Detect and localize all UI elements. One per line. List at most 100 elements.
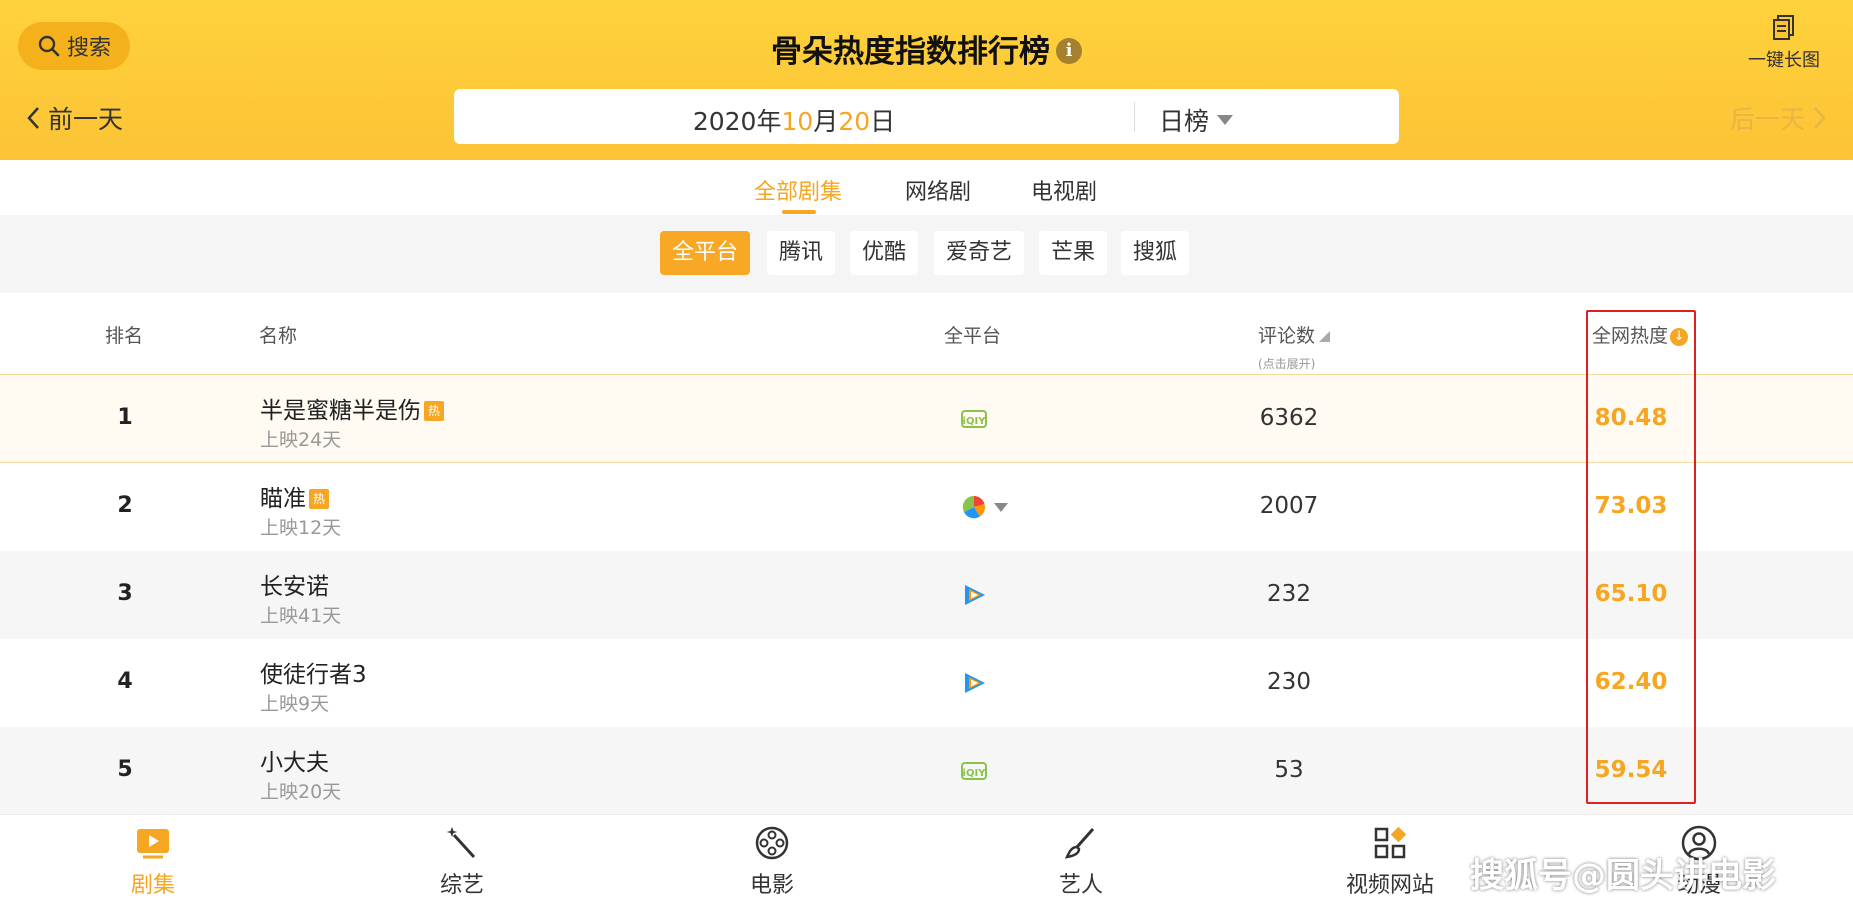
magic-wand-icon — [446, 827, 476, 859]
brush-icon — [1064, 828, 1095, 859]
filter-sohu[interactable]: 搜狐 — [1121, 231, 1190, 275]
nav-variety[interactable]: 综艺 — [392, 825, 532, 899]
row-rank: 5 — [117, 757, 133, 782]
next-day-button[interactable]: 后一天 — [1730, 100, 1827, 136]
row-days: 上映41天 — [260, 605, 342, 627]
caret-down-icon[interactable] — [994, 503, 1008, 512]
table-row[interactable]: 1 半是蜜糖半是伤热 上映24天 iQIY 6362 80.48 — [0, 375, 1853, 463]
date-year-unit: 年 — [756, 107, 782, 136]
tencent-video-icon — [965, 673, 985, 693]
row-title-text: 使徒行者3 — [260, 662, 367, 688]
svg-text:iQIY: iQIY — [963, 768, 987, 779]
row-rank: 3 — [117, 581, 133, 606]
filter-youku[interactable]: 优酷 — [850, 231, 919, 275]
table-row[interactable]: 5 小大夫 上映20天 iQIY 53 59.54 — [0, 727, 1853, 815]
row-title[interactable]: 半是蜜糖半是伤热 — [260, 391, 444, 425]
col-comments-hint: (点击展开) — [1258, 357, 1316, 371]
date-day: 20 — [838, 107, 871, 136]
col-comments[interactable]: 评论数 — [1258, 321, 1331, 348]
row-rank: 2 — [117, 493, 133, 518]
row-comments: 2007 — [1259, 493, 1319, 519]
filter-mango[interactable]: 芒果 — [1039, 231, 1108, 275]
row-title[interactable]: 使徒行者3 — [260, 655, 367, 689]
prev-day-button[interactable]: 前一天 — [26, 100, 123, 136]
date-year: 2020 — [692, 107, 757, 136]
app-root: 搜索 骨朵热度指数排行榜 i 一键长图 前一天 2020年10月20日 日榜 后一… — [0, 0, 1853, 910]
row-days: 上映9天 — [260, 693, 330, 715]
col-heat[interactable]: 全网热度 ↓ — [1592, 321, 1689, 348]
table-row[interactable]: 4 使徒行者3 上映9天 230 62.40 — [0, 639, 1853, 727]
nav-movie[interactable]: 电影 — [702, 825, 842, 899]
prev-day-label: 前一天 — [48, 105, 124, 134]
row-days: 上映12天 — [260, 517, 342, 539]
row-comments: 6362 — [1259, 405, 1319, 431]
date-day-unit: 日 — [870, 107, 896, 136]
row-title-text: 半是蜜糖半是伤 — [260, 398, 421, 424]
category-tabs: 全部剧集 网络剧 电视剧 — [0, 160, 1853, 215]
row-heat: 80.48 — [1594, 405, 1668, 431]
tab-all-series[interactable]: 全部剧集 — [754, 174, 842, 206]
row-comments: 230 — [1267, 669, 1311, 695]
platform-filter-bar: 全平台 腾讯 优酷 爱奇艺 芒果 搜狐 — [0, 215, 1853, 293]
nav-artist[interactable]: 艺人 — [1011, 825, 1151, 899]
row-rank: 1 — [117, 405, 133, 430]
table-header: 排名 名称 全平台 评论数 (点击展开) 全网热度 ↓ — [0, 293, 1853, 375]
date-text[interactable]: 2020年10月20日 — [454, 102, 1134, 138]
date-divider — [1134, 102, 1135, 132]
row-title[interactable]: 瞄准热 — [260, 479, 329, 513]
row-title-text: 瞄准 — [260, 486, 306, 512]
table-row[interactable]: 2 瞄准热 上映12天 2007 73.03 — [0, 463, 1853, 551]
caret-down-icon — [1217, 115, 1234, 125]
nav-variety-label: 综艺 — [439, 873, 484, 898]
active-tab-indicator — [782, 210, 816, 214]
row-comments: 53 — [1274, 757, 1304, 783]
row-comments: 232 — [1267, 581, 1311, 607]
col-comments-label: 评论数 — [1258, 325, 1316, 347]
site-watermark: 搜狐号@圆头讲电影 — [1470, 856, 1776, 896]
row-heat: 62.40 — [1594, 669, 1668, 695]
long-image-icon — [1773, 15, 1794, 40]
long-image-button[interactable]: 一键长图 — [1739, 14, 1829, 72]
row-heat: 73.03 — [1594, 493, 1668, 519]
period-dropdown[interactable]: 日榜 — [1159, 102, 1234, 138]
hot-badge: 热 — [424, 401, 444, 421]
period-label: 日榜 — [1159, 107, 1210, 136]
nav-movie-label: 电影 — [749, 873, 794, 898]
row-title[interactable]: 长安诺 — [260, 567, 329, 601]
grid-apps-icon — [1374, 826, 1407, 859]
film-reel-icon — [755, 826, 789, 860]
nav-series-label: 剧集 — [130, 873, 175, 898]
page-title: 骨朵热度指数排行榜 i — [0, 26, 1853, 71]
nav-video-sites[interactable]: 视频网站 — [1320, 825, 1460, 899]
tab-web-series[interactable]: 网络剧 — [905, 174, 971, 206]
header: 搜索 骨朵热度指数排行榜 i 一键长图 前一天 2020年10月20日 日榜 后一… — [0, 0, 1853, 160]
date-selector[interactable]: 2020年10月20日 日榜 — [454, 89, 1399, 144]
row-title[interactable]: 小大夫 — [260, 743, 329, 777]
nav-series[interactable]: 剧集 — [83, 825, 223, 899]
tencent-video-icon — [965, 585, 985, 605]
filter-iqiyi[interactable]: 爱奇艺 — [934, 231, 1025, 275]
page-title-text: 骨朵热度指数排行榜 — [771, 34, 1050, 70]
col-name: 名称 — [259, 325, 298, 347]
filter-all-platforms[interactable]: 全平台 — [660, 231, 751, 275]
col-heat-label: 全网热度 — [1592, 325, 1669, 347]
table-row[interactable]: 3 长安诺 上映41天 232 65.10 — [0, 551, 1853, 639]
nav-video-sites-label: 视频网站 — [1345, 873, 1434, 898]
filter-tencent[interactable]: 腾讯 — [767, 231, 836, 275]
row-rank: 4 — [117, 669, 133, 694]
tv-play-icon — [137, 829, 169, 859]
chevron-right-icon — [1814, 107, 1826, 129]
long-image-label: 一键长图 — [1748, 50, 1820, 71]
nav-artist-label: 艺人 — [1058, 873, 1103, 898]
row-days: 上映20天 — [260, 781, 342, 803]
svg-text:iQIY: iQIY — [963, 416, 987, 427]
date-month: 10 — [781, 107, 814, 136]
hot-badge: 热 — [309, 489, 329, 509]
tab-tv-series[interactable]: 电视剧 — [1031, 174, 1097, 206]
row-title-text: 长安诺 — [260, 574, 329, 600]
info-icon[interactable]: i — [1056, 37, 1082, 64]
sort-desc-icon: ↓ — [1670, 327, 1689, 346]
col-platform: 全平台 — [944, 325, 1002, 347]
multi-platform-icon[interactable] — [960, 493, 988, 521]
row-heat: 65.10 — [1594, 581, 1668, 607]
